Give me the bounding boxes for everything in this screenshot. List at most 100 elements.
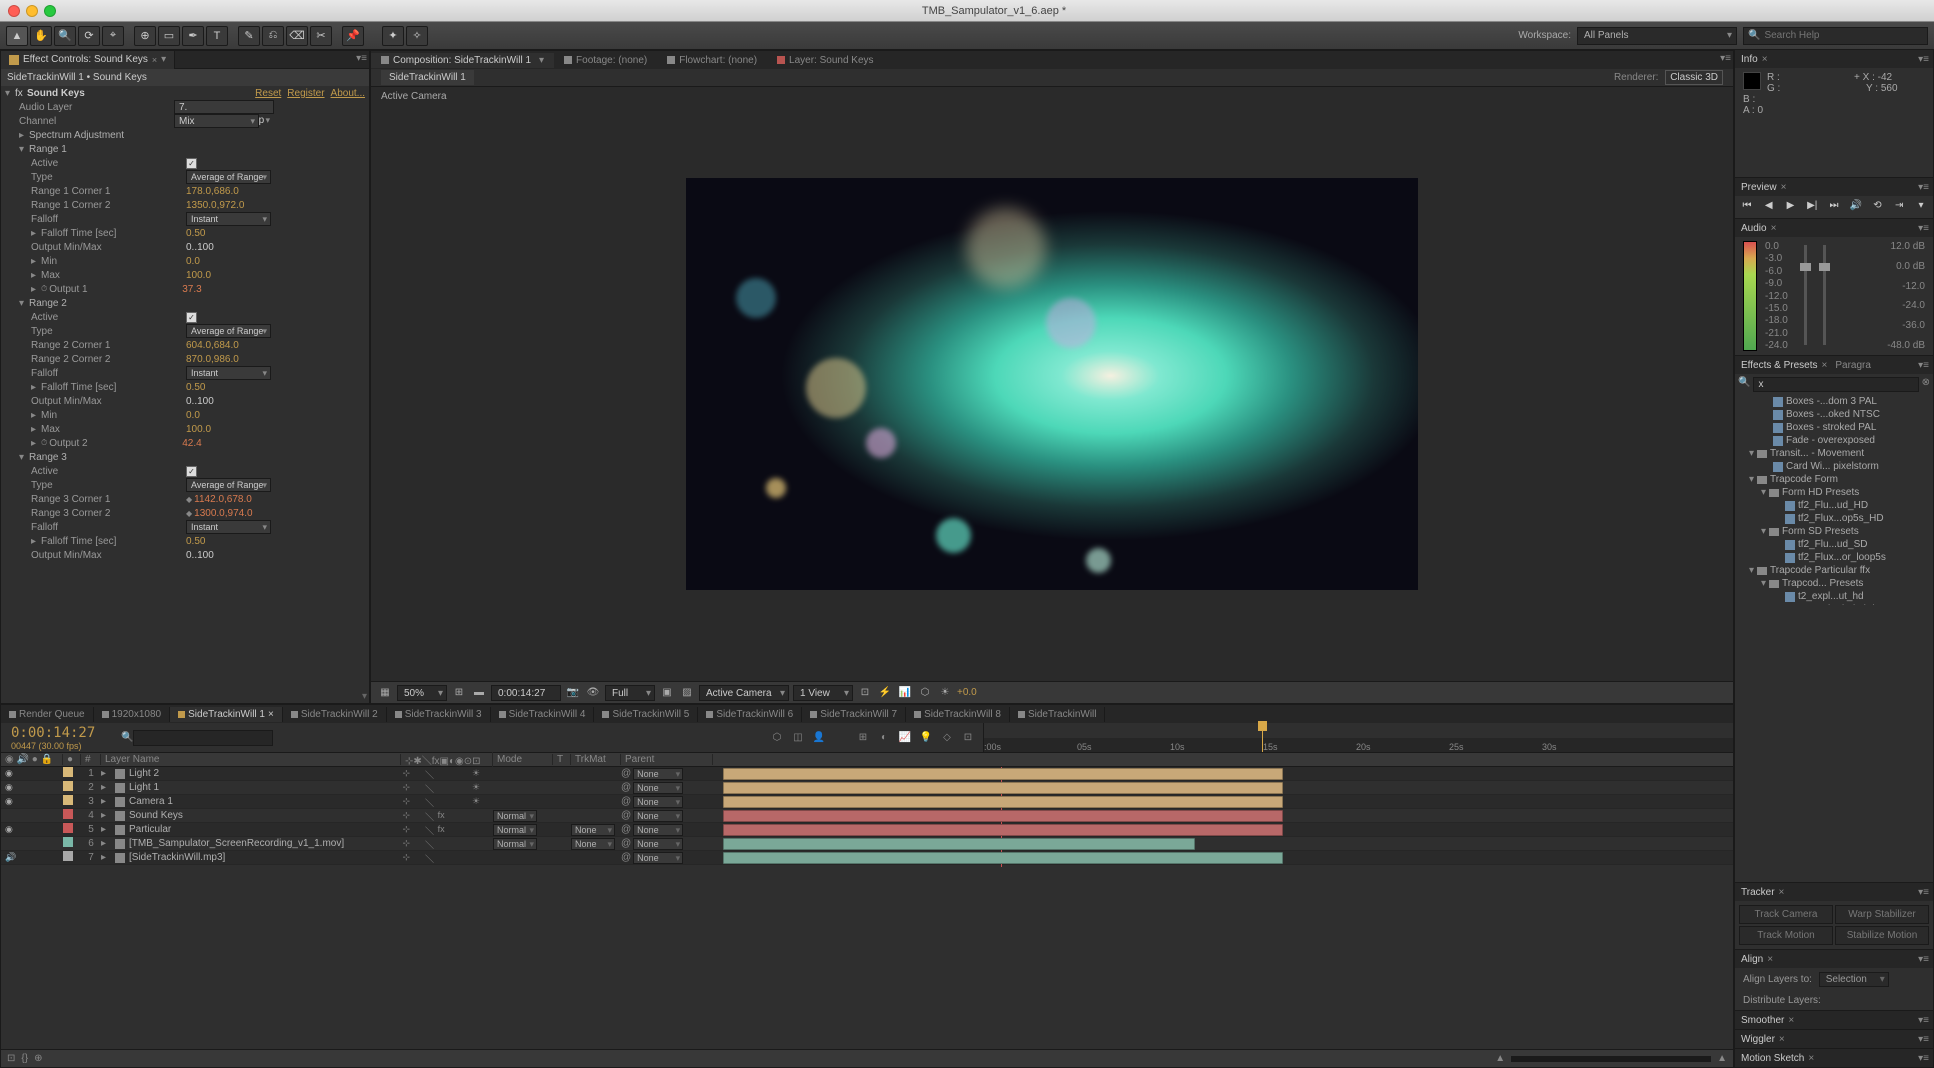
timeline-tab[interactable]: SideTrackinWill 4 [491,707,595,722]
layer-name[interactable]: Sound Keys [129,810,183,821]
graph-editor-icon[interactable]: 📈 [896,729,914,747]
views-dropdown[interactable]: 1 View [793,685,853,701]
panel-menu-icon[interactable]: ▾≡ [356,53,367,64]
audio-level-slider[interactable] [1804,245,1807,345]
prop-value[interactable]: 37.3 [182,284,201,295]
panel-title[interactable]: Wiggler [1741,1034,1775,1045]
viewer-tab[interactable]: Layer: Sound Keys [767,53,884,68]
effect-name[interactable]: Sound Keys [27,88,85,99]
snapshot-icon[interactable]: 📷 [565,685,581,701]
grid-icon[interactable]: ▦ [377,685,393,701]
pickwhip-icon[interactable]: @ [621,796,631,807]
renderer-indicator[interactable]: Renderer: Classic 3D [1614,72,1723,83]
last-frame-icon[interactable]: ⏭ [1826,200,1842,214]
panel-menu-icon[interactable]: ▾≡ [1918,1053,1929,1064]
motion-blur-icon[interactable]: ◐ [875,729,893,747]
comp-flowchart-icon[interactable]: ⬡ [917,685,933,701]
close-panel-icon[interactable]: × [1822,360,1828,371]
solo-icon[interactable]: ＼ [424,838,435,849]
close-panel-icon[interactable]: × [1767,954,1773,965]
about-link[interactable]: About... [331,88,365,99]
parent-dropdown[interactable]: None [633,852,683,864]
parent-dropdown[interactable]: None [633,782,683,794]
preset-tree-item[interactable]: ▾Trapcod... Presets [1735,577,1933,590]
blend-mode-dropdown[interactable]: Normal [493,810,537,822]
timeline-tab[interactable]: SideTrackinWill 5 [594,707,698,722]
twirl-icon[interactable]: ▸ [101,796,111,807]
scroll-down-icon[interactable]: ▾ [362,691,367,702]
active-checkbox[interactable]: ✓ [186,466,197,477]
exposure-value[interactable]: +0.0 [957,687,977,698]
effects-search-input[interactable] [1753,377,1918,392]
resolution-dropdown[interactable]: Full [605,685,655,701]
clear-search-icon[interactable]: ⊗ [1922,377,1930,392]
audio-icon[interactable]: 🔊 [1848,200,1864,214]
layer-bar[interactable] [723,796,1283,808]
preset-tree-item[interactable]: ▾Transit... - Movement [1735,447,1933,460]
track-matte-dropdown[interactable]: None [571,824,615,836]
twirl-icon[interactable]: ▸ [101,852,111,863]
channel-icon[interactable]: ▬ [471,685,487,701]
prop-value[interactable]: 100.0 [186,270,211,281]
solo-icon[interactable]: ＼ [424,810,435,821]
frame-blend-icon[interactable]: ⊞ [854,729,872,747]
label-color[interactable] [63,837,73,847]
maximize-window-button[interactable] [44,5,56,17]
register-link[interactable]: Register [287,88,324,99]
pixel-aspect-icon[interactable]: ⊡ [857,685,873,701]
panel-title[interactable]: Effects & Presets [1741,360,1818,371]
composition-viewport[interactable]: Active Camera [371,87,1733,681]
local-axis-icon[interactable]: ✦ [382,26,404,46]
parent-dropdown[interactable]: None [633,824,683,836]
rect-tool-icon[interactable]: ▭ [158,26,180,46]
rotate-tool-icon[interactable]: ⟳ [78,26,100,46]
twirl-icon[interactable]: ▾ [1749,448,1754,459]
label-color[interactable] [63,795,73,805]
active-checkbox[interactable]: ✓ [186,158,197,169]
layer-name[interactable]: Light 2 [129,768,159,779]
preset-tree-item[interactable]: ▾Form HD Presets [1735,486,1933,499]
close-panel-icon[interactable]: × [1771,223,1777,234]
pen-tool-icon[interactable]: ✒ [182,26,204,46]
zoom-in-icon[interactable]: ▲ [1717,1053,1727,1064]
parent-dropdown[interactable]: None [633,838,683,850]
prop-value[interactable]: 1350.0,972.0 [186,200,244,211]
preview-options-icon[interactable]: ▾ [1913,200,1929,214]
close-panel-icon[interactable]: × [1781,182,1787,193]
solo-icon[interactable]: ＼ [424,796,435,807]
prop-value[interactable]: 100.0 [186,424,211,435]
prop-value[interactable]: 0.0 [186,256,200,267]
eraser-tool-icon[interactable]: ⌫ [286,26,308,46]
twirl-icon[interactable]: ▸ [31,410,41,421]
show-snapshot-icon[interactable]: 👁 [585,685,601,701]
twirl-icon[interactable]: ▾ [19,452,29,463]
panel-title[interactable]: Smoother [1741,1015,1784,1026]
close-panel-icon[interactable]: × [1808,1053,1814,1064]
range-group[interactable]: Range 1 [29,144,67,155]
pickwhip-icon[interactable]: @ [621,838,631,849]
timeline-tab[interactable]: SideTrackinWill 6 [698,707,802,722]
blend-mode-dropdown[interactable]: Normal [493,838,537,850]
timeline-tab[interactable]: SideTrackinWill 3 [387,707,491,722]
toggle-switches-icon[interactable]: ⊡ [959,729,977,747]
camera-dropdown[interactable]: Active Camera [699,685,789,701]
time-ruler[interactable]: :00s05s10s15s20s25s30s [983,723,1733,752]
solo-icon[interactable]: ＼ [424,768,435,779]
prop-value[interactable]: 604.0,684.0 [186,340,239,351]
close-panel-icon[interactable]: × [1788,1015,1794,1026]
clone-tool-icon[interactable]: ⎌ [262,26,284,46]
brush-tool-icon[interactable]: ✎ [238,26,260,46]
timeline-tab[interactable]: SideTrackinWill 2 [283,707,387,722]
prop-value[interactable]: 0.0 [186,410,200,421]
paragraph-tab[interactable]: Paragra [1835,360,1871,371]
preset-tree-item[interactable]: t2_expl...dark_hd [1735,603,1933,605]
current-timecode[interactable]: 0:00:14:27 [11,725,111,741]
parent-dropdown[interactable]: None [633,796,683,808]
label-color[interactable] [63,851,73,861]
falloff-dropdown[interactable]: Instant [186,212,271,226]
close-tab-icon[interactable]: × [152,55,157,65]
shy-icon[interactable]: ⊹ [401,838,412,849]
type-dropdown[interactable]: Average of Range [186,170,271,184]
draft-3d-icon[interactable]: ◫ [789,729,807,747]
ram-preview-icon[interactable]: ⇥ [1891,200,1907,214]
